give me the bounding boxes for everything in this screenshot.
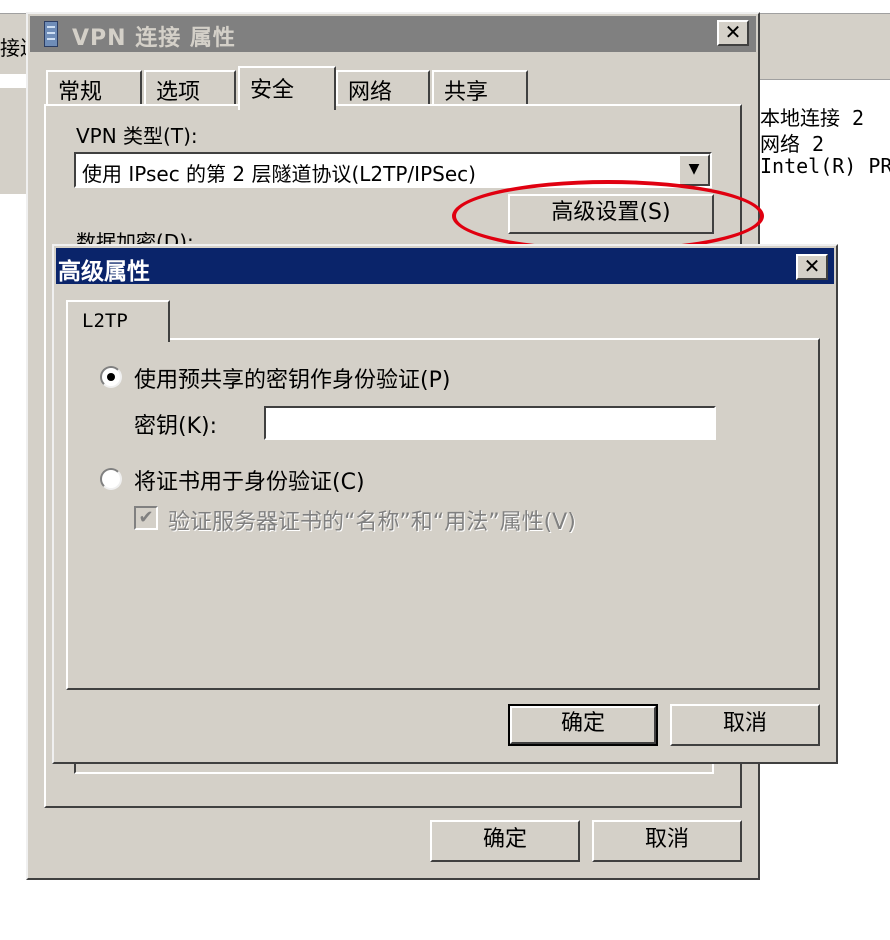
verify-certificate-label: 验证服务器证书的“名称”和“用法”属性(V) <box>168 510 576 535</box>
vpn-type-label: VPN 类型(T): <box>76 124 198 148</box>
advanced-settings-button[interactable]: 高级设置(S) <box>508 194 714 234</box>
key-label: 密钥(K): <box>134 414 218 439</box>
background-right-toolbar <box>758 14 890 80</box>
psk-option-label[interactable]: 使用预共享的密钥作身份验证(P) <box>134 362 450 394</box>
advanced-dialog-title: 高级属性 <box>58 259 150 285</box>
tab-options[interactable]: 选项 <box>144 70 236 106</box>
chevron-down-icon[interactable]: ▼ <box>678 154 710 186</box>
vpn-window-close-button[interactable]: ✕ <box>717 20 749 46</box>
connection-name[interactable]: 本地连接 2 <box>760 102 864 131</box>
advanced-ok-button[interactable]: 确定 <box>508 704 658 746</box>
data-encryption-label: 数据加密(D): <box>76 230 194 244</box>
radio-selected-dot <box>107 373 115 381</box>
advanced-dialog-close-button[interactable]: ✕ <box>796 254 828 280</box>
preshared-key-input[interactable] <box>264 406 716 440</box>
connection-network: 网络 2 <box>760 132 825 156</box>
tab-l2tp[interactable]: L2TP <box>66 300 170 342</box>
advanced-cancel-button[interactable]: 取消 <box>670 704 820 746</box>
tab-security[interactable]: 安全 <box>238 66 336 110</box>
network-connection-icon <box>44 21 58 47</box>
certificate-radio[interactable] <box>100 468 122 490</box>
certificate-option-label[interactable]: 将证书用于身份验证(C) <box>134 464 365 496</box>
connection-adapter: Intel(R) PR <box>760 154 890 178</box>
tab-general[interactable]: 常规 <box>46 70 142 106</box>
tab-networking[interactable]: 网络 <box>336 70 430 106</box>
vpn-window-title: VPN 连接 属性 <box>72 26 236 51</box>
advanced-dialog-titlebar[interactable] <box>56 248 834 284</box>
verify-certificate-checkbox[interactable]: ✔ <box>134 506 158 530</box>
vpn-ok-button[interactable]: 确定 <box>430 820 580 862</box>
tab-sharing[interactable]: 共享 <box>432 70 528 106</box>
vpn-cancel-button[interactable]: 取消 <box>592 820 742 862</box>
vpn-type-select[interactable]: 使用 IPsec 的第 2 层隧道协议(L2TP/IPSec) <box>74 152 712 188</box>
psk-radio[interactable] <box>100 366 122 388</box>
